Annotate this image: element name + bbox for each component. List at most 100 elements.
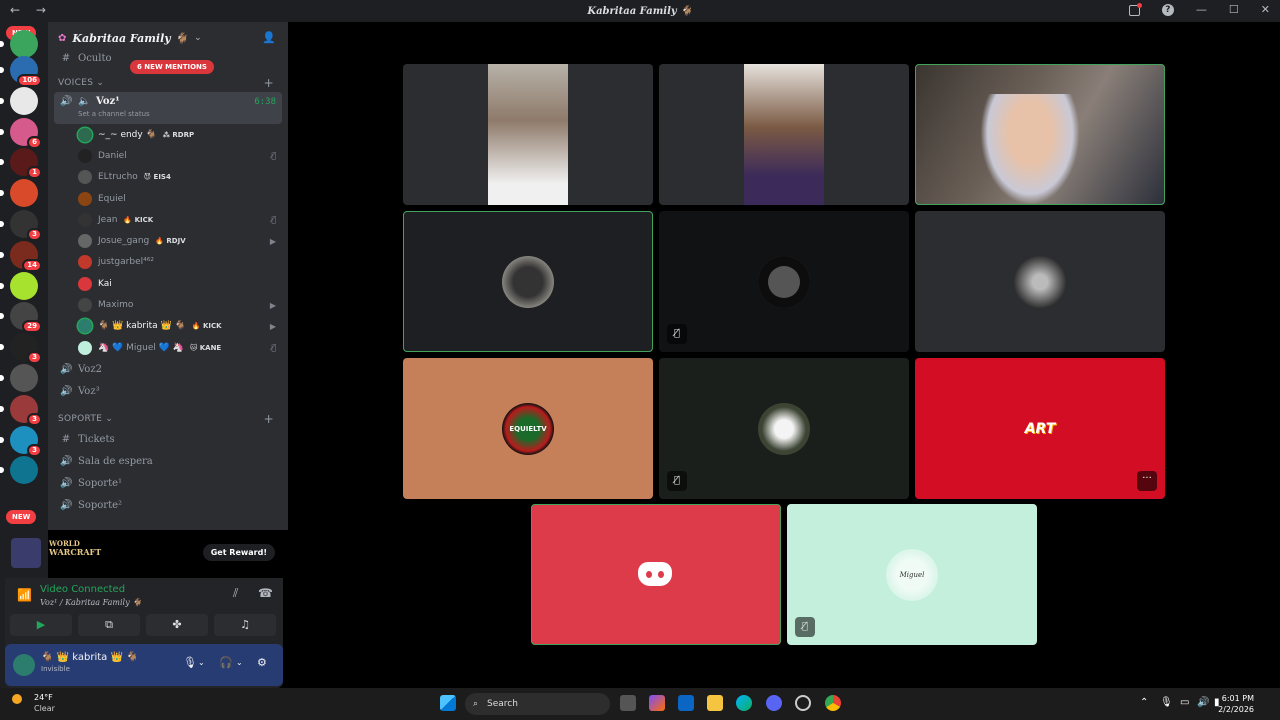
voice-user[interactable]: Equiel <box>48 188 288 209</box>
video-tile[interactable]: EQUIELTV <box>403 358 653 499</box>
voice-user[interactable]: ELtrucho 😈 EIS4 <box>48 167 288 188</box>
video-tile[interactable]: 🎙̸ <box>659 211 909 352</box>
chevron-down-icon[interactable]: ⌄ <box>236 658 243 667</box>
forward-icon[interactable]: → <box>36 3 52 17</box>
category-soporte[interactable]: SOPORTE ⌄ + <box>48 410 288 428</box>
channel-item[interactable]: 🔊 Sala de espera <box>54 450 282 472</box>
voice-user[interactable]: ~_~ endy 🐐 ⁂ RDRP <box>48 124 288 145</box>
channel-voz1[interactable]: 🔊 🔈 Voz¹ 6:38 Set a channel status <box>54 92 282 124</box>
voice-user[interactable]: Josue_gang 🔥 RDJV ▶ <box>48 230 288 251</box>
server-icon[interactable] <box>10 364 38 392</box>
discord-icon[interactable] <box>766 695 782 711</box>
server-icon[interactable]: 29 <box>10 302 42 334</box>
server-icon[interactable] <box>10 271 38 300</box>
server-icon[interactable]: 106 <box>10 56 42 87</box>
mentions-pill[interactable]: 6 NEW MENTIONS <box>130 60 214 74</box>
video-tile[interactable]: Miguel 🎙̸ <box>787 504 1037 645</box>
mail-icon[interactable] <box>678 695 694 711</box>
weather-widget[interactable]: 24°F Clear <box>34 692 55 714</box>
minimize-icon[interactable]: — <box>1196 3 1207 16</box>
category-voices[interactable]: VOICES ⌄ + <box>48 74 288 92</box>
weather-icon[interactable] <box>12 694 22 704</box>
voice-user[interactable]: Kai <box>48 273 288 294</box>
channel-status[interactable]: Set a channel status <box>78 110 150 118</box>
search-box[interactable]: ⌕ Search <box>465 693 610 715</box>
more-options-button[interactable]: ··· <box>1137 471 1157 491</box>
task-view-icon[interactable] <box>620 695 636 711</box>
screenshare-button[interactable]: ⧉ <box>78 614 140 636</box>
server-icon[interactable]: 3 <box>10 333 42 365</box>
help-icon[interactable]: ? <box>1161 4 1174 16</box>
soundboard-button[interactable]: ♫ <box>214 614 276 636</box>
microphone-icon[interactable]: 🎙 <box>183 656 197 669</box>
chrome-icon[interactable] <box>825 695 841 711</box>
app-icon[interactable] <box>795 695 811 711</box>
add-channel-icon[interactable]: + <box>264 76 274 90</box>
server-icon[interactable]: 3 <box>10 425 42 457</box>
channel-item[interactable]: 🔊 Soporte¹ <box>54 472 282 494</box>
video-tile[interactable] <box>659 64 909 205</box>
video-tile[interactable] <box>403 211 653 352</box>
noise-suppression-icon[interactable]: ⫽ <box>233 586 238 601</box>
disconnect-icon[interactable]: ☎ <box>258 586 273 600</box>
server-icon[interactable] <box>10 456 38 485</box>
video-tile[interactable]: 🎙̸ <box>659 358 909 499</box>
server-icon[interactable]: 1 <box>10 148 42 180</box>
avatar[interactable] <box>13 654 35 676</box>
voice-location[interactable]: Voz¹ / Kabritaa Family 🐐 <box>40 598 142 607</box>
video-tile[interactable] <box>915 64 1165 205</box>
server-icon[interactable] <box>10 86 38 115</box>
video-tile[interactable]: ART ··· <box>915 358 1165 499</box>
voice-user[interactable]: Jean 🔥 KICK 🎙̸ <box>48 209 288 230</box>
server-icon[interactable]: 6 <box>10 117 42 149</box>
display-icon[interactable]: ▭ <box>1180 697 1189 708</box>
server-icon[interactable]: 3 <box>10 210 42 241</box>
close-icon[interactable]: ✕ <box>1261 3 1270 16</box>
voice-user[interactable]: Daniel 🎙̸ <box>48 145 288 166</box>
new-badge[interactable]: NEW <box>6 510 37 524</box>
add-channel-icon[interactable]: + <box>264 412 274 426</box>
server-icon[interactable] <box>10 30 38 58</box>
start-icon[interactable] <box>440 695 456 711</box>
channel-item[interactable]: 🔊 Soporte² <box>54 494 282 516</box>
user-name[interactable]: 🐐 👑 kabrita 👑 🐐 <box>41 652 139 663</box>
voice-user[interactable]: 🐐 👑 kabrita 👑 🐐 🔥 KICK ▶ <box>48 316 288 337</box>
edge-icon[interactable] <box>736 695 752 711</box>
clock[interactable]: 6:01 PM 2/2/2026 <box>1218 693 1254 715</box>
avatar: EQUIELTV <box>502 402 554 455</box>
invite-people-icon[interactable]: 👤 <box>262 31 276 44</box>
server-icon[interactable] <box>10 179 38 208</box>
headphones-icon[interactable]: 🎧 <box>219 656 233 669</box>
activities-button[interactable]: ✤ <box>146 614 208 636</box>
chevron-up-icon[interactable]: ⌃ <box>1140 697 1148 708</box>
inbox-icon[interactable] <box>1128 3 1142 16</box>
server-icon[interactable]: 3 <box>10 394 42 426</box>
video-tile[interactable] <box>915 211 1165 352</box>
back-icon[interactable]: ← <box>10 3 26 17</box>
mention-badge: 1 <box>27 166 42 180</box>
voice-user[interactable]: 🦄 💙 Miguel 💙 🦄 🐱 KANE 🎙̸ <box>48 337 288 358</box>
channel-item[interactable]: 🔊 Voz2 <box>54 358 282 380</box>
voice-user[interactable]: justgarbel⁴⁶² <box>48 252 288 273</box>
channel-item[interactable]: # Tickets <box>54 428 282 450</box>
channel-sidebar: ✿ Kabritaa Family 🐐 ⌄ 👤 # Oculto 6 NEW M… <box>48 22 288 530</box>
server-icon[interactable]: 14 <box>10 240 42 272</box>
volume-icon[interactable]: 🔊 <box>1197 697 1209 708</box>
copilot-icon[interactable] <box>649 695 665 711</box>
mention-badge: 106 <box>17 74 42 87</box>
video-tile[interactable] <box>531 504 781 645</box>
chevron-down-icon[interactable]: ⌄ <box>198 658 205 667</box>
gear-icon[interactable]: ⚙ <box>257 656 267 669</box>
maximize-icon[interactable]: ☐ <box>1229 3 1239 16</box>
microphone-icon[interactable]: 🎙 <box>1160 697 1173 708</box>
folder-icon[interactable] <box>707 695 723 711</box>
video-tile[interactable] <box>403 64 653 205</box>
nav-arrows[interactable]: ← → <box>10 3 52 17</box>
signal-icon[interactable]: 📶 <box>17 588 32 602</box>
user-tag: 🔥 RDJV <box>155 237 186 246</box>
camera-button[interactable]: ▶ <box>10 614 72 636</box>
voice-status[interactable]: Video Connected <box>40 584 125 595</box>
channel-item[interactable]: 🔊 Voz³ <box>54 380 282 402</box>
get-reward-button[interactable]: Get Reward! <box>202 544 275 561</box>
voice-user[interactable]: Maximo ▶ <box>48 294 288 315</box>
